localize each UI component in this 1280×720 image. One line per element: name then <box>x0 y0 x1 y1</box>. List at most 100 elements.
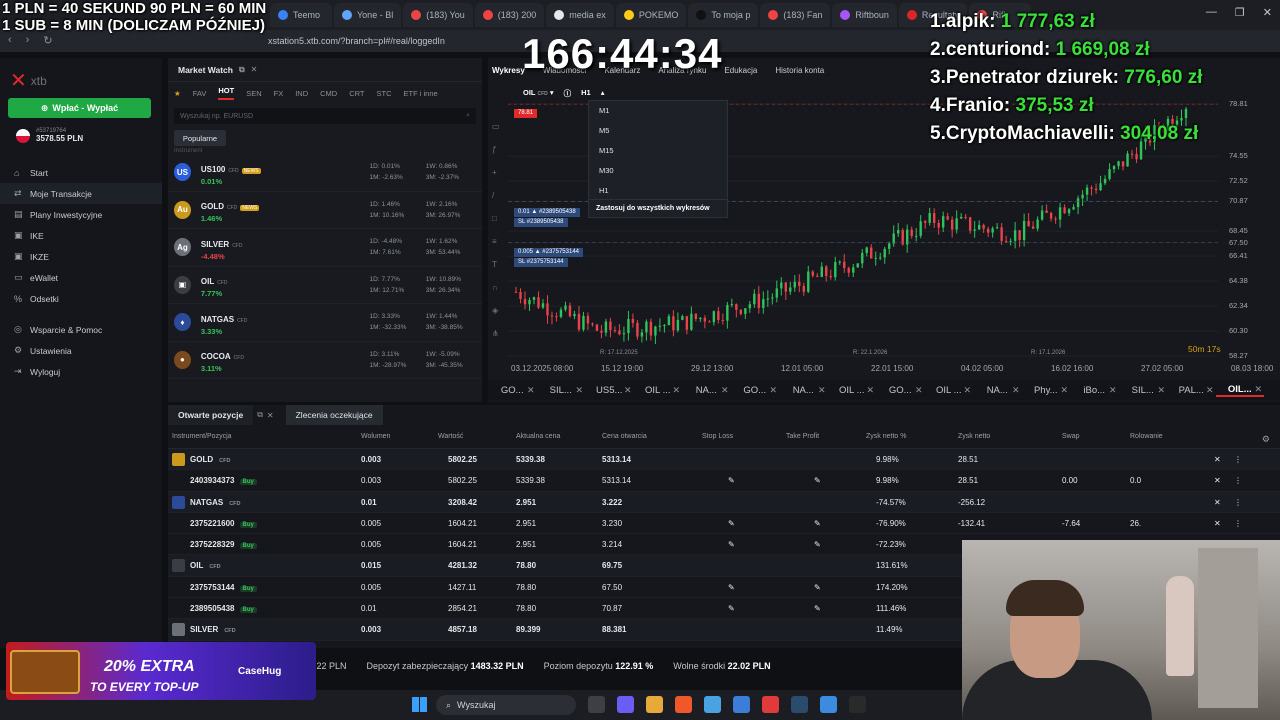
cursor-tool-icon[interactable]: ▭ <box>492 122 500 131</box>
instrument-row[interactable]: Au GOLD CFD NEWS 1.46% 1D: 1.46% 1M: 10.16% 1W:… <box>168 192 482 229</box>
instrument-search-input[interactable]: Wyszukaj np. EURUSD ⌕ <box>174 108 476 124</box>
positions-column-header[interactable]: Rolowanie <box>1130 433 1163 440</box>
order-tag[interactable]: 0.01 ▲ #2389505438 <box>514 208 580 217</box>
mw-tab-stc[interactable]: STC <box>377 89 392 98</box>
browser-tab[interactable]: (183) Fan <box>760 3 831 27</box>
chart-tab[interactable]: OIL ... ✕ <box>634 385 683 396</box>
promo-banner[interactable]: 20% EXTRA TO EVERY TOP-UP CaseHug <box>6 642 316 700</box>
order-tag[interactable]: 0.005 ▲ #2375753144 <box>514 248 583 257</box>
mw-tab-hot[interactable]: HOT <box>218 86 235 100</box>
chart-tab[interactable]: GO... ✕ <box>488 385 537 396</box>
more-options-icon[interactable]: ⋮ <box>1234 519 1242 528</box>
positions-column-header[interactable]: Aktualna cena <box>516 433 560 440</box>
mw-tab-etf-i-inne[interactable]: ETF i inne <box>404 89 438 98</box>
close-tab-icon[interactable]: ✕ <box>1157 385 1165 396</box>
news-badge[interactable]: NEWS <box>240 205 260 212</box>
explorer-icon[interactable] <box>588 696 605 713</box>
close-panel-icon[interactable]: ✕ <box>251 65 258 74</box>
windows-start-icon[interactable] <box>412 697 427 712</box>
timeframe-option-h1[interactable]: H1 <box>589 181 727 201</box>
fib-tool-icon[interactable]: ≡ <box>492 237 500 246</box>
chart-tab[interactable]: SIL... ✕ <box>537 385 586 396</box>
close-tab-icon[interactable]: ✕ <box>672 385 680 396</box>
order-tag[interactable]: SL #2389505438 <box>514 218 568 227</box>
nav-item-plans[interactable]: ▤ Plany Inwestycyjne <box>0 204 162 225</box>
line-tool-icon[interactable]: / <box>492 191 500 200</box>
position-row[interactable]: 2375221600 Buy 0.005 1604.21 2.951 3.230 ✎ ✎ -76… <box>168 513 1280 535</box>
obs-icon[interactable] <box>849 696 866 713</box>
chart-tab[interactable]: US5... ✕ <box>585 385 634 396</box>
close-position-icon[interactable]: ✕ <box>1214 455 1221 464</box>
close-tab-icon[interactable]: ✕ <box>575 385 583 396</box>
apply-all-charts-option[interactable]: Zastosuj do wszystkich wykresów <box>589 199 727 217</box>
instrument-row[interactable]: ♦ NATGAS CFD 3.33% 1D: 3.33% 1M: -32.33% 1W: 1… <box>168 304 482 342</box>
edit-stop-loss-icon[interactable]: ✎ <box>728 476 735 485</box>
mw-tab-fav[interactable]: FAV <box>193 89 207 98</box>
edit-stop-loss-icon[interactable]: ✎ <box>728 519 735 528</box>
chart-tab[interactable]: NA... ✕ <box>973 385 1022 396</box>
brave-icon[interactable] <box>675 696 692 713</box>
position-group-row[interactable]: GOLD CFD 0.003 5802.25 5339.38 5313.14 9.98% 28… <box>168 449 1280 471</box>
browser-tab[interactable]: To moja p <box>688 3 759 27</box>
app-icon[interactable] <box>762 696 779 713</box>
table-settings-icon[interactable]: ⚙ <box>1262 434 1270 445</box>
close-tab-icon[interactable]: ✕ <box>1060 385 1068 396</box>
close-position-icon[interactable]: ✕ <box>1214 519 1221 528</box>
chart-tab[interactable]: GO... ✕ <box>876 385 925 396</box>
more-options-icon[interactable]: ⋮ <box>1234 455 1242 464</box>
chart-tab[interactable]: OIL ... ✕ <box>925 385 974 396</box>
xtb-logo[interactable]: ✕ xtb <box>10 68 47 93</box>
minimize-icon[interactable]: — <box>1206 6 1217 19</box>
chrome-icon[interactable] <box>704 696 721 713</box>
instrument-row[interactable]: ● COCOA CFD 3.11% 1D: 3.11% 1M: -28.97% 1W: -5… <box>168 342 482 379</box>
instrument-row[interactable]: Ag SILVER CFD -4.48% 1D: -4.48% 1M: 7.61% 1W: … <box>168 229 482 267</box>
chart-menu-item[interactable]: Historia konta <box>775 66 824 75</box>
edit-take-profit-icon[interactable]: ✎ <box>814 519 821 528</box>
positions-column-header[interactable]: Instrument/Pozycja <box>172 433 232 440</box>
nav-item-wallet[interactable]: ▭ eWallet <box>0 267 162 288</box>
store-icon[interactable] <box>733 696 750 713</box>
chart-tab[interactable]: OIL ... ✕ <box>828 385 877 396</box>
instrument-row[interactable]: US US100 CFD NEWS 0.01% 1D: 0.01% 1M: -2.63% 1W… <box>168 154 482 192</box>
reload-icon[interactable]: ↻ <box>43 34 52 47</box>
layers-tool-icon[interactable]: ◈ <box>492 306 500 315</box>
share-tool-icon[interactable]: ⋔ <box>492 329 500 338</box>
timeframe-option-m30[interactable]: M30 <box>589 161 727 181</box>
magnet-tool-icon[interactable]: ∩ <box>492 283 500 292</box>
chart-tab[interactable]: NA... ✕ <box>682 385 731 396</box>
deposit-button[interactable]: ⊕ Wpłać - Wypłać <box>8 98 151 118</box>
taskbar-search[interactable]: ⌕ Wyszukaj <box>436 695 576 715</box>
url-text[interactable]: xstation5.xtb.com/?branch=pl#/real/logge… <box>268 36 445 46</box>
notes-icon[interactable] <box>820 696 837 713</box>
close-tab-icon[interactable]: ✕ <box>963 385 971 396</box>
close-position-icon[interactable]: ✕ <box>1214 476 1221 485</box>
close-tab-icon[interactable]: ✕ <box>769 385 777 396</box>
nav-item-help[interactable]: ◎ Wsparcie & Pomoc <box>0 319 162 340</box>
browser-tab[interactable]: Riftboun <box>832 3 897 27</box>
forward-icon[interactable]: › <box>26 34 30 47</box>
edit-stop-loss-icon[interactable]: ✎ <box>728 583 735 592</box>
close-icon[interactable]: ✕ <box>1263 6 1272 19</box>
close-tab-icon[interactable]: ✕ <box>1109 385 1117 396</box>
edit-take-profit-icon[interactable]: ✎ <box>814 604 821 613</box>
nav-item-ike[interactable]: ▣ IKE <box>0 225 162 246</box>
chart-tab[interactable]: SIL... ✕ <box>1119 385 1168 396</box>
nav-item-home[interactable]: ⌂ Start <box>0 162 162 183</box>
chart-menu-item[interactable]: Wykresy <box>492 66 525 75</box>
news-badge[interactable]: NEWS <box>241 167 261 174</box>
browser-tab[interactable]: (183) 200 <box>474 3 545 27</box>
timeframe-option-m15[interactable]: M15 <box>589 141 727 161</box>
more-options-icon[interactable]: ⋮ <box>1234 476 1242 485</box>
browser-tab[interactable]: Teemo <box>270 3 332 27</box>
position-group-row[interactable]: NATGAS CFD 0.01 3208.42 2.951 3.222 -74.57% -25… <box>168 491 1280 513</box>
crosshair-tool-icon[interactable]: + <box>492 168 500 177</box>
nav-item-ikze[interactable]: ▣ IKZE <box>0 246 162 267</box>
positions-column-header[interactable]: Zysk netto % <box>866 433 906 440</box>
positions-column-header[interactable]: Wartość <box>438 433 463 440</box>
edit-take-profit-icon[interactable]: ✎ <box>814 583 821 592</box>
nav-item-logout[interactable]: ⇥ Wyloguj <box>0 361 162 382</box>
close-tab-icon[interactable]: ✕ <box>1254 384 1262 395</box>
order-tag[interactable]: SL #2375753144 <box>514 258 568 267</box>
close-tab-icon[interactable]: ✕ <box>527 385 535 396</box>
close-tab-icon[interactable]: ✕ <box>818 385 826 396</box>
